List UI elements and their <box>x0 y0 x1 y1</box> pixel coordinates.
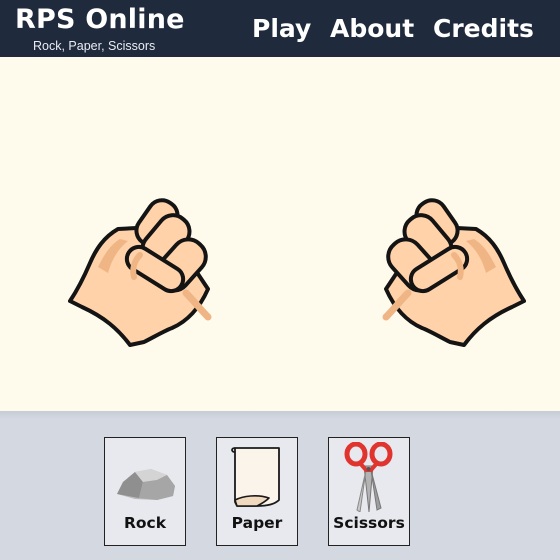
nav-credits-link[interactable]: Credits <box>433 12 534 46</box>
app-subtitle: Rock, Paper, Scissors <box>33 39 156 53</box>
player-fist-icon <box>68 198 212 347</box>
game-arena <box>0 57 560 411</box>
paper-button[interactable]: Paper <box>216 437 298 546</box>
paper-icon <box>231 447 280 507</box>
scissors-icon <box>344 442 393 512</box>
rock-icon <box>117 469 175 500</box>
opponent-fist-icon <box>382 198 526 347</box>
rock-button[interactable]: Rock <box>104 437 186 546</box>
nav-play-link[interactable]: Play <box>252 12 311 46</box>
scissors-label: Scissors <box>333 514 405 532</box>
choice-panel: Rock Paper Scissors <box>0 411 560 560</box>
paper-label: Paper <box>231 514 283 532</box>
rock-label: Rock <box>123 514 167 532</box>
scissors-button[interactable]: Scissors <box>328 437 410 546</box>
app-title[interactable]: RPS Online <box>15 2 185 38</box>
nav-about-link[interactable]: About <box>330 12 414 46</box>
top-bar: RPS Online Rock, Paper, Scissors Play Ab… <box>0 0 560 57</box>
